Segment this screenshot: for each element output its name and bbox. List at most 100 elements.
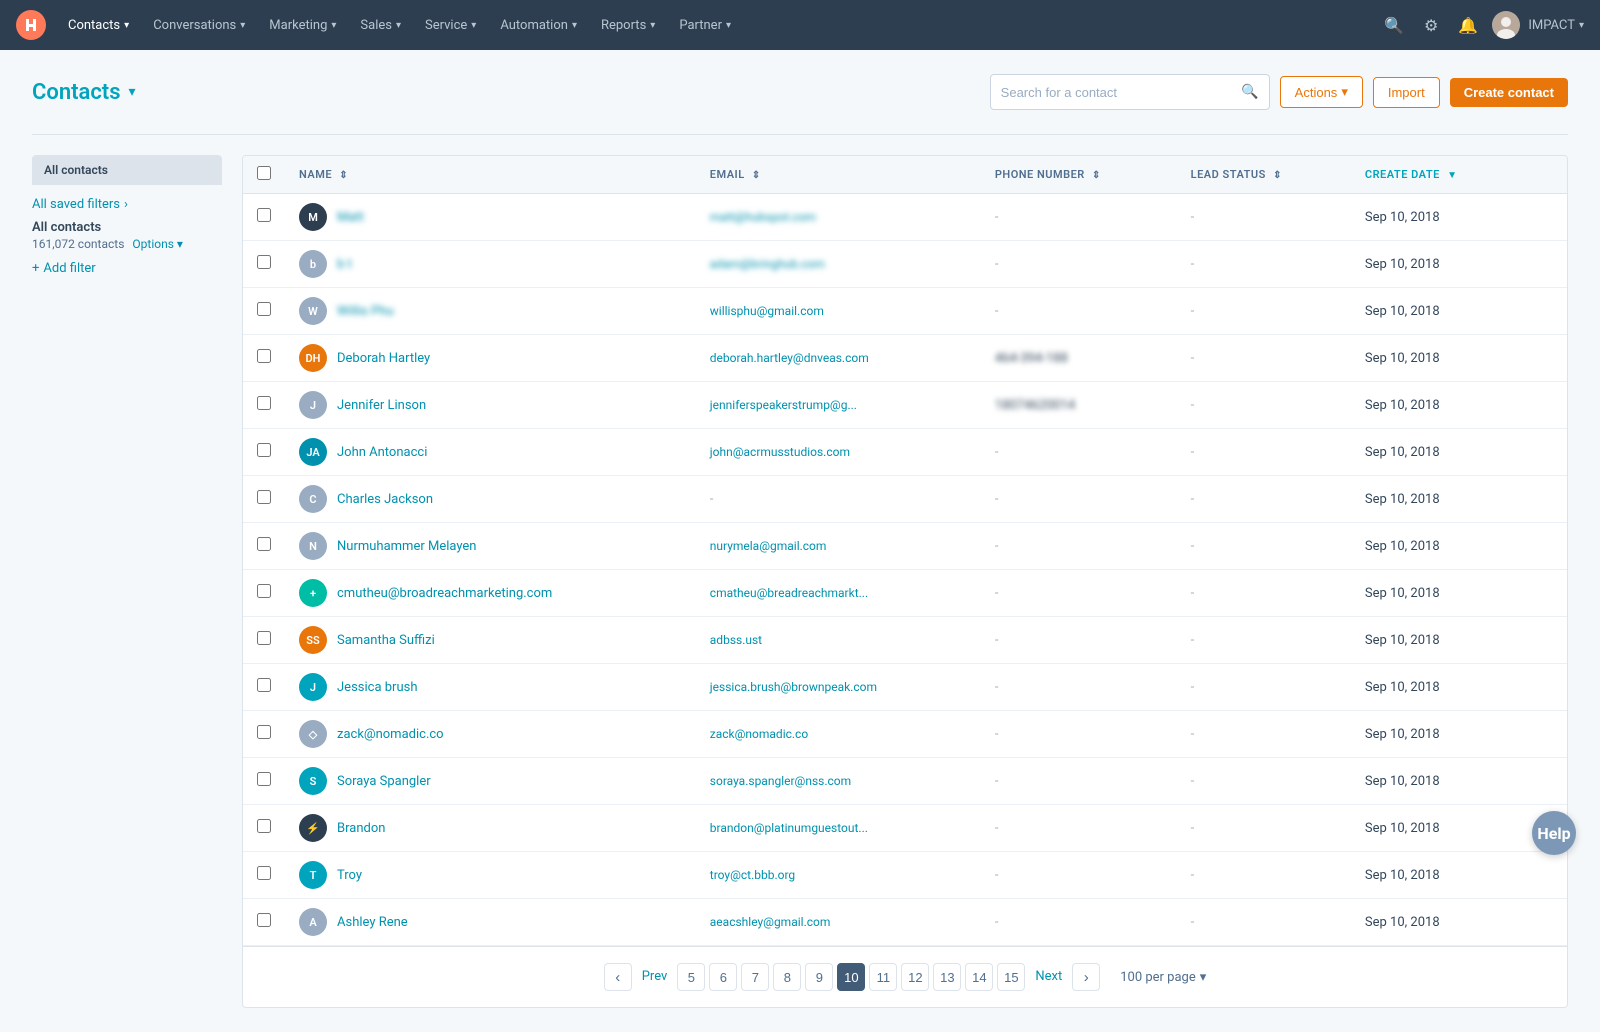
row-checkbox-cell[interactable]: [243, 852, 285, 899]
row-checkbox[interactable]: [257, 443, 271, 457]
account-name[interactable]: IMPACT ▾: [1528, 18, 1584, 33]
title-chevron-icon[interactable]: ▾: [129, 84, 136, 100]
contact-email-link[interactable]: jessica.brush@brownpeak.com: [710, 680, 877, 694]
page-6[interactable]: 6: [709, 963, 737, 991]
row-checkbox-cell[interactable]: [243, 194, 285, 241]
page-14[interactable]: 14: [965, 963, 993, 991]
per-page-selector[interactable]: 100 per page ▾: [1120, 970, 1206, 985]
page-11[interactable]: 11: [869, 963, 897, 991]
contact-name-link[interactable]: Charles Jackson: [337, 492, 433, 507]
row-checkbox[interactable]: [257, 819, 271, 833]
select-all-header[interactable]: [243, 156, 285, 194]
contact-name-link[interactable]: Troy: [337, 868, 362, 883]
import-button[interactable]: Import: [1373, 77, 1440, 108]
page-15[interactable]: 15: [997, 963, 1025, 991]
contact-email-link[interactable]: troy@ct.bbb.org: [710, 868, 795, 882]
search-icon-btn[interactable]: 🔍: [1378, 10, 1410, 41]
nav-item-conversations[interactable]: Conversations ▾: [143, 12, 255, 39]
row-checkbox[interactable]: [257, 725, 271, 739]
row-checkbox[interactable]: [257, 255, 271, 269]
page-12[interactable]: 12: [901, 963, 929, 991]
row-checkbox-cell[interactable]: [243, 664, 285, 711]
nav-item-marketing[interactable]: Marketing ▾: [259, 12, 346, 39]
contact-name-link[interactable]: Soraya Spangler: [337, 774, 431, 789]
nav-item-automation[interactable]: Automation ▾: [490, 12, 587, 39]
row-checkbox-cell[interactable]: [243, 382, 285, 429]
contact-email-link[interactable]: zack@nomadic.co: [710, 727, 808, 741]
row-checkbox[interactable]: [257, 349, 271, 363]
col-name[interactable]: NAME ⇕: [285, 156, 696, 194]
contact-name-link[interactable]: Deborah Hartley: [337, 351, 430, 366]
row-checkbox-cell[interactable]: [243, 570, 285, 617]
create-contact-button[interactable]: Create contact: [1450, 78, 1568, 107]
row-checkbox-cell[interactable]: [243, 899, 285, 946]
contact-email-link[interactable]: brandon@platinumguestout...: [710, 821, 868, 835]
page-13[interactable]: 13: [933, 963, 961, 991]
contact-name-link[interactable]: zack@nomadic.co: [337, 727, 444, 742]
contact-email-link[interactable]: aeacshley@gmail.com: [710, 915, 831, 929]
prev-label[interactable]: Prev: [636, 963, 674, 991]
contact-email-link[interactable]: jenniferspeakerstrump@g...: [710, 398, 857, 412]
contact-email-link[interactable]: nurymela@gmail.com: [710, 539, 827, 553]
next-page-btn[interactable]: ›: [1072, 963, 1100, 991]
notifications-icon-btn[interactable]: 🔔: [1452, 10, 1484, 41]
contact-name-link[interactable]: Matt: [337, 210, 364, 225]
row-checkbox[interactable]: [257, 208, 271, 222]
nav-item-reports[interactable]: Reports ▾: [591, 12, 665, 39]
contact-email-link[interactable]: cmatheu@breadreachmarkt...: [710, 586, 868, 600]
row-checkbox-cell[interactable]: [243, 711, 285, 758]
contact-email-link[interactable]: soraya.spangler@nss.com: [710, 774, 851, 788]
contact-email-link[interactable]: adam@bringhub.com: [710, 257, 825, 271]
col-lead-status[interactable]: LEAD STATUS ⇕: [1177, 156, 1351, 194]
row-checkbox[interactable]: [257, 537, 271, 551]
prev-page-btn[interactable]: ‹: [604, 963, 632, 991]
contact-name-link[interactable]: Willis Phu: [337, 304, 394, 319]
next-label[interactable]: Next: [1029, 963, 1068, 991]
sidebar-all-contacts[interactable]: All contacts: [32, 155, 222, 185]
contact-search-bar[interactable]: 🔍: [990, 74, 1270, 110]
page-8[interactable]: 8: [773, 963, 801, 991]
nav-item-partner[interactable]: Partner ▾: [669, 12, 741, 39]
contact-name-link[interactable]: Nurmuhammer Melayen: [337, 539, 477, 554]
row-checkbox[interactable]: [257, 913, 271, 927]
contact-email-link[interactable]: john@acrmusstudios.com: [710, 445, 850, 459]
select-all-checkbox[interactable]: [257, 166, 271, 180]
row-checkbox-cell[interactable]: [243, 335, 285, 382]
saved-filters-link[interactable]: All saved filters ›: [32, 197, 222, 212]
row-checkbox-cell[interactable]: [243, 429, 285, 476]
nav-item-service[interactable]: Service ▾: [415, 12, 486, 39]
page-title[interactable]: Contacts: [32, 80, 121, 105]
row-checkbox[interactable]: [257, 678, 271, 692]
contact-email-link[interactable]: deborah.hartley@dnveas.com: [710, 351, 869, 365]
contact-email-link[interactable]: willisphu@gmail.com: [710, 304, 824, 318]
col-phone[interactable]: PHONE NUMBER ⇕: [981, 156, 1177, 194]
contact-name-link[interactable]: b t: [337, 257, 352, 272]
page-5[interactable]: 5: [677, 963, 705, 991]
row-checkbox[interactable]: [257, 866, 271, 880]
row-checkbox[interactable]: [257, 772, 271, 786]
row-checkbox[interactable]: [257, 396, 271, 410]
contact-name-link[interactable]: John Antonacci: [337, 445, 427, 460]
row-checkbox[interactable]: [257, 631, 271, 645]
row-checkbox-cell[interactable]: [243, 476, 285, 523]
page-7[interactable]: 7: [741, 963, 769, 991]
options-link[interactable]: Options ▾: [132, 237, 183, 251]
nav-item-contacts[interactable]: Contacts ▾: [58, 12, 139, 39]
row-checkbox[interactable]: [257, 490, 271, 504]
help-button[interactable]: Help: [1532, 811, 1576, 855]
row-checkbox[interactable]: [257, 302, 271, 316]
contact-name-link[interactable]: Ashley Rene: [337, 915, 408, 930]
contact-name-link[interactable]: Jennifer Linson: [337, 398, 426, 413]
contact-name-link[interactable]: cmutheu@broadreachmarketing.com: [337, 586, 552, 601]
row-checkbox-cell[interactable]: [243, 805, 285, 852]
contact-email-link[interactable]: matt@hubspot.com: [710, 210, 816, 224]
col-email[interactable]: EMAIL ⇕: [696, 156, 981, 194]
hubspot-logo[interactable]: [16, 10, 46, 40]
contact-name-link[interactable]: Brandon: [337, 821, 385, 836]
actions-button[interactable]: Actions ▾: [1280, 76, 1363, 108]
add-filter-link[interactable]: + Add filter: [32, 261, 222, 276]
search-input[interactable]: [1001, 85, 1242, 100]
col-create-date[interactable]: CREATE DATE ▼: [1351, 156, 1527, 194]
row-checkbox-cell[interactable]: [243, 288, 285, 335]
contact-name-link[interactable]: Jessica brush: [337, 680, 418, 695]
